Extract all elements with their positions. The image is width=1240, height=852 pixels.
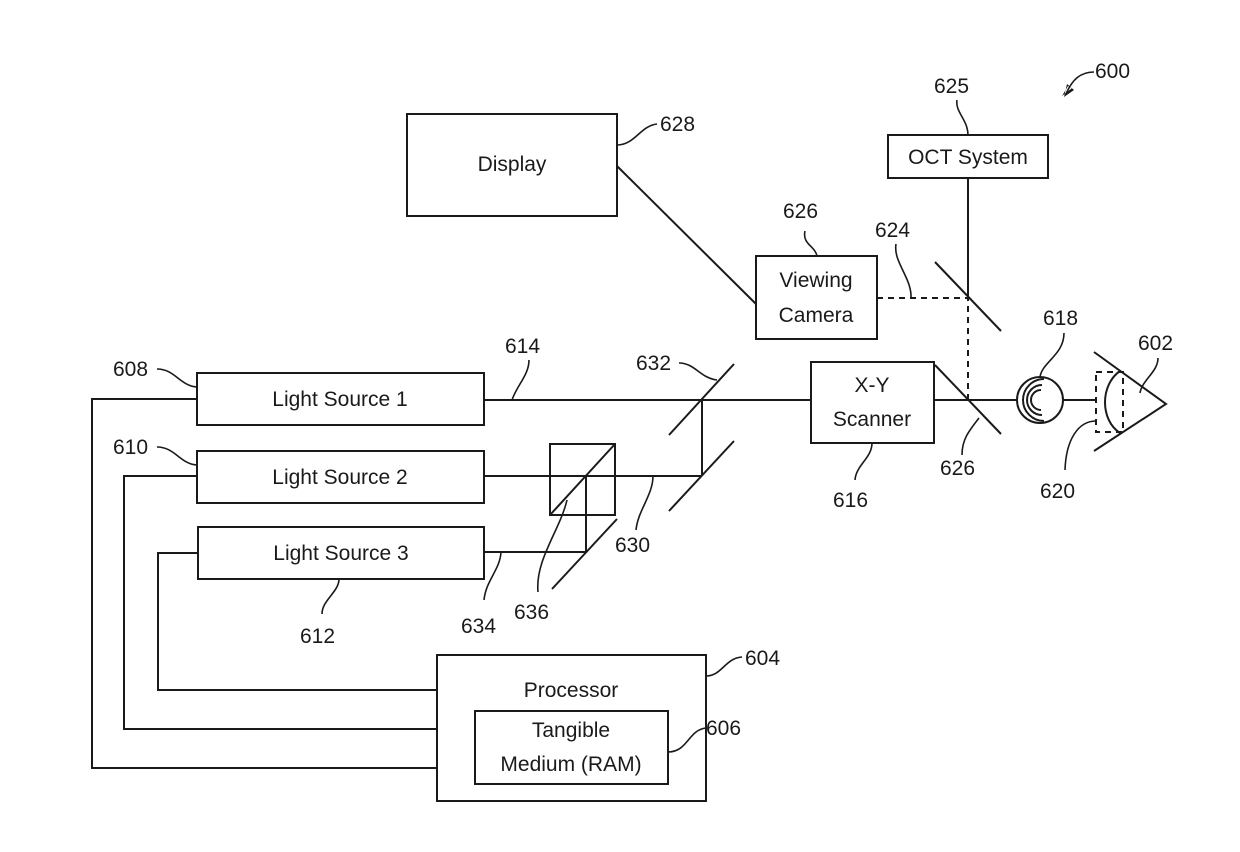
leader-604: [705, 656, 743, 677]
xy-scanner-label-2: Scanner: [833, 408, 911, 431]
xy-scanner-label-1: X-Y: [854, 374, 889, 397]
leader-616: [854, 442, 873, 481]
leader-625: [956, 99, 969, 136]
ref-610: 610: [113, 436, 148, 459]
beam-splitter-diagonal: [549, 443, 616, 516]
ref-612: 612: [300, 625, 335, 648]
lens-arc-3: [1030, 389, 1042, 411]
ref-630: 630: [615, 534, 650, 557]
ref-616: 616: [833, 489, 868, 512]
ref-618: 618: [1043, 307, 1078, 330]
leader-618: [1039, 332, 1065, 378]
processor-label: Processor: [524, 679, 619, 702]
ref-608: 608: [113, 358, 148, 381]
ref-636: 636: [514, 601, 549, 624]
leader-620: [1064, 420, 1097, 471]
ref-620: 620: [1040, 480, 1075, 503]
figure-ref-600: 600: [1095, 60, 1130, 83]
ref-634: 634: [461, 615, 496, 638]
leader-632: [678, 362, 718, 381]
ref-606: 606: [706, 717, 741, 740]
viewing-camera-label-2: Camera: [779, 304, 854, 327]
wire-ls2-processor: [123, 475, 437, 730]
ref-626-mirror: 626: [940, 457, 975, 480]
viewing-camera-label-1: Viewing: [779, 269, 852, 292]
ref-602: 602: [1138, 332, 1173, 355]
ref-625: 625: [934, 75, 969, 98]
leader-624: [895, 243, 912, 299]
leader-608: [156, 368, 198, 388]
ref-628: 628: [660, 113, 695, 136]
light-source-1-label: Light Source 1: [272, 388, 407, 411]
eye-cornea: [1104, 370, 1121, 434]
leader-614: [511, 359, 530, 401]
leader-610: [156, 446, 198, 466]
display-camera-link: [616, 165, 757, 305]
leader-634: [483, 551, 502, 601]
ref-632: 632: [636, 352, 671, 375]
ref-624: 624: [875, 219, 910, 242]
leader-612: [321, 578, 340, 615]
optical-system-diagram: 600 Display 628 OCT System 625 Viewing C…: [91, 60, 1173, 802]
leader-628: [616, 123, 658, 146]
leader-626-camera: [803, 230, 818, 257]
display-label: Display: [478, 153, 547, 176]
tangible-medium-label-1: Tangible: [532, 719, 610, 742]
leader-626-mirror: [961, 417, 980, 456]
ref-604: 604: [745, 647, 780, 670]
oct-system-label: OCT System: [908, 146, 1028, 169]
tangible-medium-label-2: Medium (RAM): [500, 753, 641, 776]
ref-626-camera: 626: [783, 200, 818, 223]
leader-630: [635, 475, 654, 531]
light-source-2-label: Light Source 2: [272, 466, 407, 489]
ls3-mirror: [551, 518, 618, 590]
light-source-3-label: Light Source 3: [273, 542, 408, 565]
ref-614: 614: [505, 335, 540, 358]
